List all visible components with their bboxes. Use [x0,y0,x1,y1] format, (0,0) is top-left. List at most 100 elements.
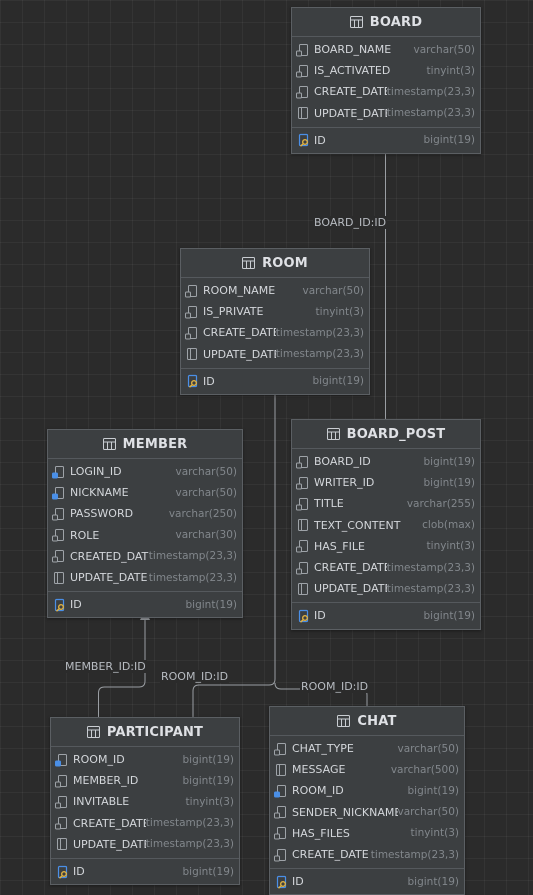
column-type: tinyint(3) [426,64,475,77]
foreign-key-column-icon [274,784,288,798]
column-row[interactable]: IS_ACTIVATED tinyint(3) [292,60,480,81]
table-board[interactable]: BOARD BOARD_NAME varchar(50) IS_ACTIVATED ti… [291,7,481,154]
column-row[interactable]: HAS_FILES tinyint(3) [270,823,464,844]
column-name: IS_ACTIVATED [314,64,391,78]
primary-key-row[interactable]: ID bigint(19) [51,861,239,882]
table-name: BOARD_POST [346,426,446,442]
column-name: ROLE [70,528,100,542]
column-type: timestamp(23,3) [148,550,237,563]
column-type: varchar(255) [406,497,475,510]
column-row[interactable]: BOARD_ID bigint(19) [292,451,480,472]
column-type: timestamp(23,3) [386,561,475,574]
primary-key-row[interactable]: ID bigint(19) [48,594,242,615]
column-name: TITLE [314,497,344,511]
primary-key-row[interactable]: ID bigint(19) [270,871,464,892]
column-name: LOGIN_ID [70,465,122,479]
edge-label-room-id-participant: ROOM_ID:ID [160,670,230,683]
index-column-icon [185,284,199,298]
table-header[interactable]: BOARD_POST [292,420,480,449]
column-row[interactable]: CHAT_TYPE varchar(50) [270,738,464,759]
column-row[interactable]: CREATE_DATE timestamp(23,3) [270,844,464,865]
column-type: timestamp(23,3) [386,107,475,120]
column-row[interactable]: CREATE_DATE timestamp(23,3) [51,813,239,834]
column-row[interactable]: INVITABLE tinyint(3) [51,791,239,812]
column-type: varchar(50) [302,284,364,297]
index-column-icon [185,305,199,319]
column-row[interactable]: TEXT_CONTENT clob(max) [292,515,480,536]
column-list: BOARD_ID bigint(19) WRITER_ID bigint(19) TIT… [292,449,480,602]
column-row[interactable]: UPDATE_DATE timestamp(23,3) [181,344,369,365]
column-row[interactable]: CREATED_DATE timestamp(23,3) [48,546,242,567]
column-row[interactable]: WRITER_ID bigint(19) [292,472,480,493]
table-participant[interactable]: PARTICIPANT ROOM_ID bigint(19) MEMBER_ID big… [50,717,240,886]
column-type: timestamp(23,3) [386,582,475,595]
primary-key-row[interactable]: ID bigint(19) [292,130,480,151]
column-row[interactable]: PASSWORD varchar(250) [48,503,242,524]
column-row[interactable]: SENDER_NICKNAME varchar(50) [270,802,464,823]
column-row[interactable]: UPDATE_DATE timestamp(23,3) [48,567,242,588]
column-row[interactable]: MESSAGE varchar(500) [270,759,464,780]
column-row[interactable]: CREATE_DATE timestamp(23,3) [292,557,480,578]
column-row[interactable]: UPDATE_DATE timestamp(23,3) [51,834,239,855]
primary-key-icon [274,875,288,889]
column-name: ID [292,875,304,889]
column-row[interactable]: ROOM_NAME varchar(50) [181,280,369,301]
foreign-key-column-icon [55,753,69,767]
column-type: tinyint(3) [426,540,475,553]
column-row[interactable]: UPDATE_DATE timestamp(23,3) [292,103,480,124]
column-type: bigint(19) [407,875,460,888]
column-icon [185,347,199,361]
column-type: bigint(19) [423,455,476,468]
column-type: timestamp(23,3) [148,571,237,584]
column-name: ID [203,374,215,388]
column-name: ID [314,609,326,623]
column-name: MEMBER_ID [73,774,139,788]
column-name: ID [314,133,326,147]
column-icon [296,582,310,596]
column-name: UPDATE_DATE [70,571,148,585]
table-name: CHAT [357,713,397,729]
column-name: CREATE_DATE [314,85,387,99]
index-column-icon [296,561,310,575]
unique-index-column-icon [52,486,66,500]
table-header[interactable]: ROOM [181,249,369,278]
column-icon [296,106,310,120]
column-row[interactable]: LOGIN_ID varchar(50) [48,461,242,482]
column-type: bigint(19) [182,753,235,766]
column-row[interactable]: UPDATE_DATE timestamp(23,3) [292,578,480,599]
column-name: TEXT_CONTENT [314,518,401,532]
column-name: BOARD_ID [314,455,371,469]
column-name: CREATE_DATE [292,848,369,862]
table-member[interactable]: MEMBER LOGIN_ID varchar(50) NICKNAME varchar… [47,429,243,619]
table-header[interactable]: PARTICIPANT [51,718,239,747]
column-row[interactable]: CREATE_DATE timestamp(23,3) [292,81,480,102]
table-board-post[interactable]: BOARD_POST BOARD_ID bigint(19) WRITER_ID big… [291,419,481,630]
table-header[interactable]: CHAT [270,707,464,736]
column-name: MESSAGE [292,763,346,777]
column-row[interactable]: BOARD_NAME varchar(50) [292,39,480,60]
primary-key-section: ID bigint(19) [292,602,480,628]
column-row[interactable]: ROOM_ID bigint(19) [51,749,239,770]
column-row[interactable]: ROLE varchar(30) [48,525,242,546]
table-header[interactable]: MEMBER [48,430,242,459]
index-column-icon [296,497,310,511]
table-header[interactable]: BOARD [292,8,480,37]
column-name: PASSWORD [70,507,134,521]
column-type: bigint(19) [423,134,476,147]
column-row[interactable]: TITLE varchar(255) [292,493,480,514]
table-room[interactable]: ROOM ROOM_NAME varchar(50) IS_PRIVATE tinyin… [180,248,370,395]
column-row[interactable]: ROOM_ID bigint(19) [270,780,464,801]
index-column-icon [296,476,310,490]
column-list: LOGIN_ID varchar(50) NICKNAME varchar(50) PA… [48,459,242,591]
column-row[interactable]: CREATE_DATE timestamp(23,3) [181,322,369,343]
table-chat[interactable]: CHAT CHAT_TYPE varchar(50) MESSAGE varchar(5… [269,706,465,895]
primary-key-row[interactable]: ID bigint(19) [292,605,480,626]
column-row[interactable]: IS_PRIVATE tinyint(3) [181,301,369,322]
column-name: UPDATE_DATE [73,837,146,851]
column-row[interactable]: MEMBER_ID bigint(19) [51,770,239,791]
column-type: bigint(19) [407,784,460,797]
primary-key-row[interactable]: ID bigint(19) [181,371,369,392]
column-name: BOARD_NAME [314,43,392,57]
column-row[interactable]: HAS_FILE tinyint(3) [292,536,480,557]
column-row[interactable]: NICKNAME varchar(50) [48,482,242,503]
